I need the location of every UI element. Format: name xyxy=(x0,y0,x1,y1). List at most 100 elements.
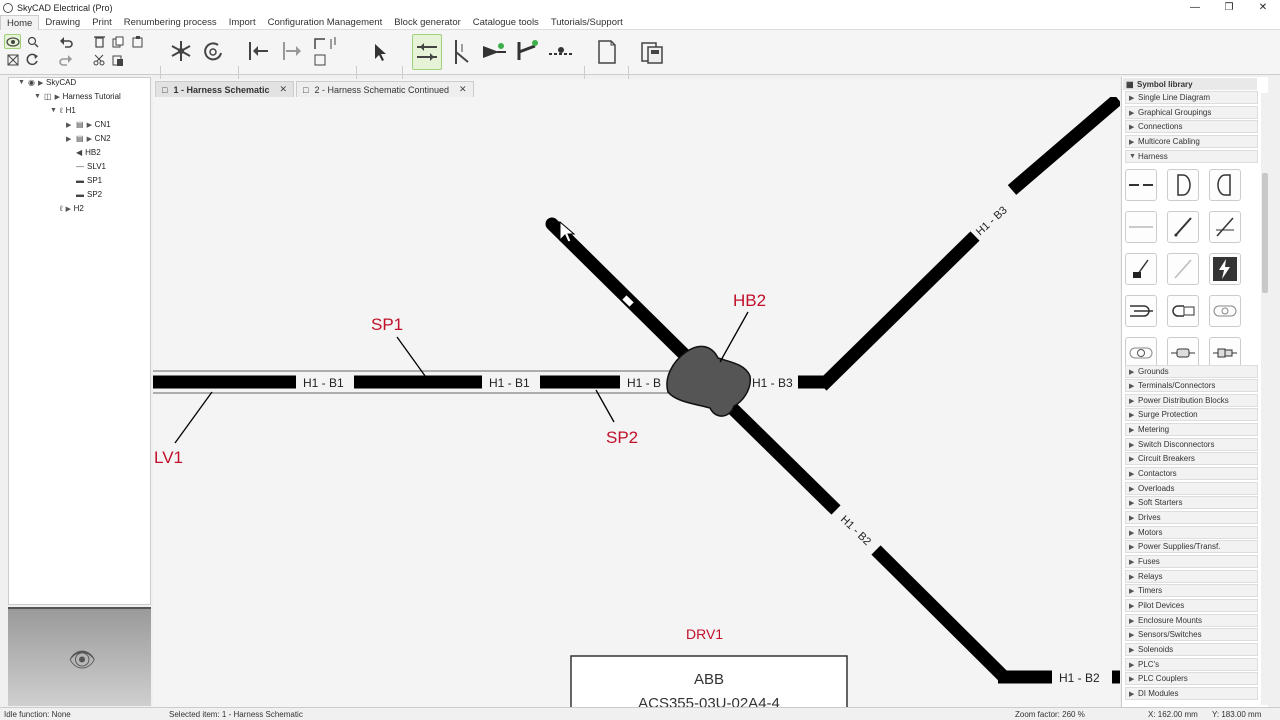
gear-refresh-icon[interactable] xyxy=(200,36,226,66)
drawing-canvas[interactable]: SP1 SP2 LV1 HB2 DRV1 H1 - B1 H1 - B1 H1 … xyxy=(153,97,1120,707)
hidden-eye-icon[interactable]: 👁 xyxy=(68,647,96,673)
expand-icon[interactable]: ▶ xyxy=(55,93,63,101)
library-item-solenoids[interactable]: ▶ Solenoids xyxy=(1125,643,1258,656)
library-item-contactors[interactable]: ▶ Contactors xyxy=(1125,467,1258,480)
library-item-sensors[interactable]: ▶ Sensors/Switches xyxy=(1125,628,1258,641)
menu-print[interactable]: Print xyxy=(86,15,118,30)
symbol-wire-slash-icon[interactable] xyxy=(1209,211,1241,243)
page-icon[interactable] xyxy=(594,36,620,68)
select-pointer-icon[interactable] xyxy=(368,38,392,66)
wire-tool-icon[interactable] xyxy=(412,34,442,70)
route-tools-icon[interactable] xyxy=(310,34,340,68)
library-item-drives[interactable]: ▶ Drives xyxy=(1125,511,1258,524)
undo-icon[interactable] xyxy=(58,34,74,49)
library-item-fuses[interactable]: ▶ Fuses xyxy=(1125,555,1258,568)
breakout-insert-icon[interactable] xyxy=(512,36,542,66)
tree-node-h2[interactable]: ℓ ▶ H2 xyxy=(58,204,84,213)
refresh-icon[interactable] xyxy=(25,52,40,67)
symbol-clip-icon[interactable] xyxy=(1125,295,1157,327)
close-tab-icon[interactable]: ✕ xyxy=(459,84,467,95)
menu-drawing[interactable]: Drawing xyxy=(39,15,86,30)
menu-home[interactable]: Home xyxy=(0,14,40,30)
library-item-circuit-breakers[interactable]: ▶ Circuit Breakers xyxy=(1125,452,1258,465)
library-item-grounds[interactable]: ▶ Grounds xyxy=(1125,365,1258,378)
label-sp2[interactable]: SP2 xyxy=(606,428,638,447)
symbol-connector-reverse-d-icon[interactable] xyxy=(1209,169,1241,201)
symbol-lightning-icon[interactable] xyxy=(1209,253,1241,285)
symbol-backshell-icon[interactable] xyxy=(1167,295,1199,327)
library-item-metering[interactable]: ▶ Metering xyxy=(1125,423,1258,436)
menu-tutorials[interactable]: Tutorials/Support xyxy=(545,15,629,30)
collapse-icon[interactable]: ▼ xyxy=(50,107,58,114)
label-sp1[interactable]: SP1 xyxy=(371,315,403,334)
copy-icon[interactable] xyxy=(111,34,125,49)
branch-tool-icon[interactable] xyxy=(446,36,474,68)
library-item-connections[interactable]: ▶ Connections xyxy=(1125,120,1258,133)
tree-node-slv1[interactable]: — SLV1 xyxy=(74,162,106,171)
collapse-icon[interactable]: ▼ xyxy=(18,79,26,86)
menu-import[interactable]: Import xyxy=(223,15,262,30)
symbol-dashed-wire-icon[interactable] xyxy=(1125,169,1157,201)
expand-icon[interactable]: ▶ xyxy=(66,121,74,129)
scrollbar-thumb[interactable] xyxy=(1262,173,1268,293)
harness-segment-h1-b3[interactable] xyxy=(817,231,980,391)
library-item-power-supplies[interactable]: ▶ Power Supplies/Transf. xyxy=(1125,540,1258,553)
library-item-switch-disconnectors[interactable]: ▶ Switch Disconnectors xyxy=(1125,438,1258,451)
close-tab-icon[interactable]: ✕ xyxy=(279,84,287,95)
library-item-enclosure-mounts[interactable]: ▶ Enclosure Mounts xyxy=(1125,614,1258,627)
close-icon[interactable]: ✕ xyxy=(1246,0,1280,15)
minimize-icon[interactable]: — xyxy=(1178,0,1212,15)
harness-insert-icon[interactable] xyxy=(478,38,508,66)
paste-icon[interactable] xyxy=(111,52,125,67)
zoom-icon[interactable] xyxy=(25,35,40,49)
symbol-terminal-icon[interactable] xyxy=(1125,253,1157,285)
library-item-timers[interactable]: ▶ Timers xyxy=(1125,584,1258,597)
harness-segment-h1-b2[interactable] xyxy=(725,401,841,515)
library-scrollbar[interactable] xyxy=(1261,93,1269,705)
restore-icon[interactable]: ❐ xyxy=(1212,0,1246,15)
eye-icon[interactable] xyxy=(4,34,21,49)
library-item-soft-starters[interactable]: ▶ Soft Starters xyxy=(1125,496,1258,509)
tree-node-sp1[interactable]: ▬ SP1 xyxy=(74,176,102,185)
tree-node-cn1[interactable]: ▶ ▤ ▶ CN1 xyxy=(66,120,111,129)
tree-node-root[interactable]: ▼ ◉ ▶ SkyCAD xyxy=(18,78,76,87)
library-item-plcs[interactable]: ▶ PLC's xyxy=(1125,658,1258,671)
symbol-grommet-icon[interactable] xyxy=(1209,295,1241,327)
tree-node-sp2[interactable]: ▬ SP2 xyxy=(74,190,102,199)
library-item-motors[interactable]: ▶ Motors xyxy=(1125,526,1258,539)
library-item-overloads[interactable]: ▶ Overloads xyxy=(1125,482,1258,495)
tree-node-project[interactable]: ▼ ◫ ▶ Harness Tutorial xyxy=(34,92,121,101)
zoom-extents-icon[interactable] xyxy=(5,52,20,67)
tree-node-cn2[interactable]: ▶ ▤ ▶ CN2 xyxy=(66,134,111,143)
insert-right-icon[interactable] xyxy=(278,36,306,66)
delete-icon[interactable] xyxy=(92,34,106,49)
menu-block-generator[interactable]: Block generator xyxy=(388,15,467,30)
library-item-surge[interactable]: ▶ Surge Protection xyxy=(1125,408,1258,421)
harness-segment-h1-b2[interactable] xyxy=(871,545,1010,683)
collapse-icon[interactable]: ▼ xyxy=(34,93,42,100)
paste-special-icon[interactable] xyxy=(131,34,145,49)
splice-insert-icon[interactable] xyxy=(546,38,576,66)
library-item-pilot-devices[interactable]: ▶ Pilot Devices xyxy=(1125,599,1258,612)
tree-node-hb2[interactable]: ◀ HB2 xyxy=(74,148,101,157)
library-item-single-line[interactable]: ▶ Single Line Diagram xyxy=(1125,91,1258,104)
label-lv1[interactable]: LV1 xyxy=(154,448,183,467)
tab-harness-schematic-continued[interactable]: □ 2 - Harness Schematic Continued ✕ xyxy=(296,81,474,97)
cut-icon[interactable] xyxy=(92,52,106,67)
expand-icon[interactable]: ▶ xyxy=(66,205,74,213)
menu-configuration[interactable]: Configuration Management xyxy=(262,15,389,30)
expand-icon[interactable]: ▶ xyxy=(38,79,46,87)
label-hb2[interactable]: HB2 xyxy=(733,291,766,310)
library-item-harness[interactable]: ▼ Harness xyxy=(1125,150,1258,163)
tab-harness-schematic[interactable]: □ 1 - Harness Schematic ✕ xyxy=(155,81,295,97)
symbol-wire-thin-icon[interactable] xyxy=(1125,211,1157,243)
menu-renumbering[interactable]: Renumbering process xyxy=(118,15,223,30)
library-item-terminals[interactable]: ▶ Terminals/Connectors xyxy=(1125,379,1258,392)
tree-node-h1[interactable]: ▼ ℓ H1 xyxy=(50,106,76,115)
symbol-wire-light-icon[interactable] xyxy=(1167,253,1199,285)
expand-icon[interactable]: ▶ xyxy=(66,135,74,143)
insert-left-icon[interactable] xyxy=(244,36,272,66)
library-item-relays[interactable]: ▶ Relays xyxy=(1125,570,1258,583)
expand-icon[interactable]: ▶ xyxy=(87,135,95,143)
symbol-wire-diagonal-icon[interactable] xyxy=(1167,211,1199,243)
